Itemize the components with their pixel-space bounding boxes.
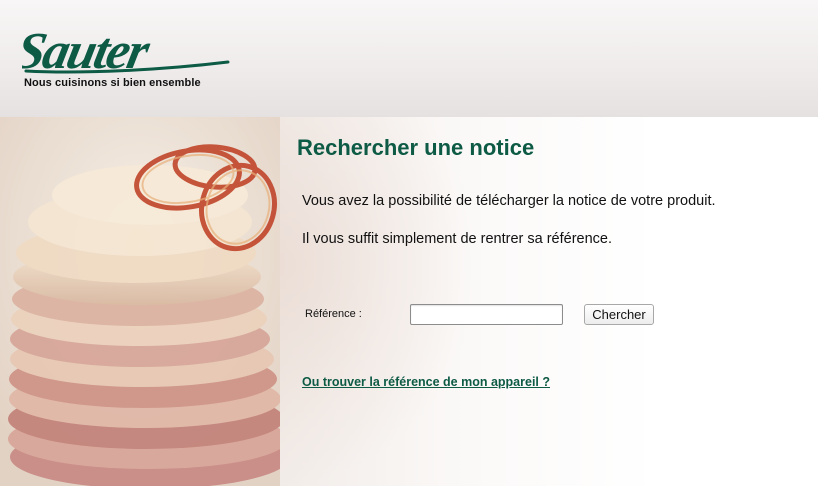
search-button[interactable]: Chercher (584, 304, 654, 325)
intro-paragraph: Vous avez la possibilité de télécharger … (302, 193, 716, 209)
reference-input[interactable] (410, 304, 563, 325)
instruction-paragraph: Il vous suffit simplement de rentrer sa … (302, 231, 613, 247)
site-header: Sauter Nous cuisinons si bien ensemble (0, 0, 818, 117)
reference-label: Référence : (305, 308, 362, 320)
hero-photo (0, 117, 280, 486)
potato-dish-illustration (0, 117, 280, 486)
content-panel (280, 117, 818, 486)
page-title: Rechercher une notice (297, 135, 535, 160)
brand-tagline: Nous cuisinons si bien ensemble (24, 77, 201, 89)
find-reference-help-link[interactable]: Ou trouver la référence de mon appareil … (302, 375, 550, 389)
sauter-logo-icon: Sauter (22, 23, 230, 78)
